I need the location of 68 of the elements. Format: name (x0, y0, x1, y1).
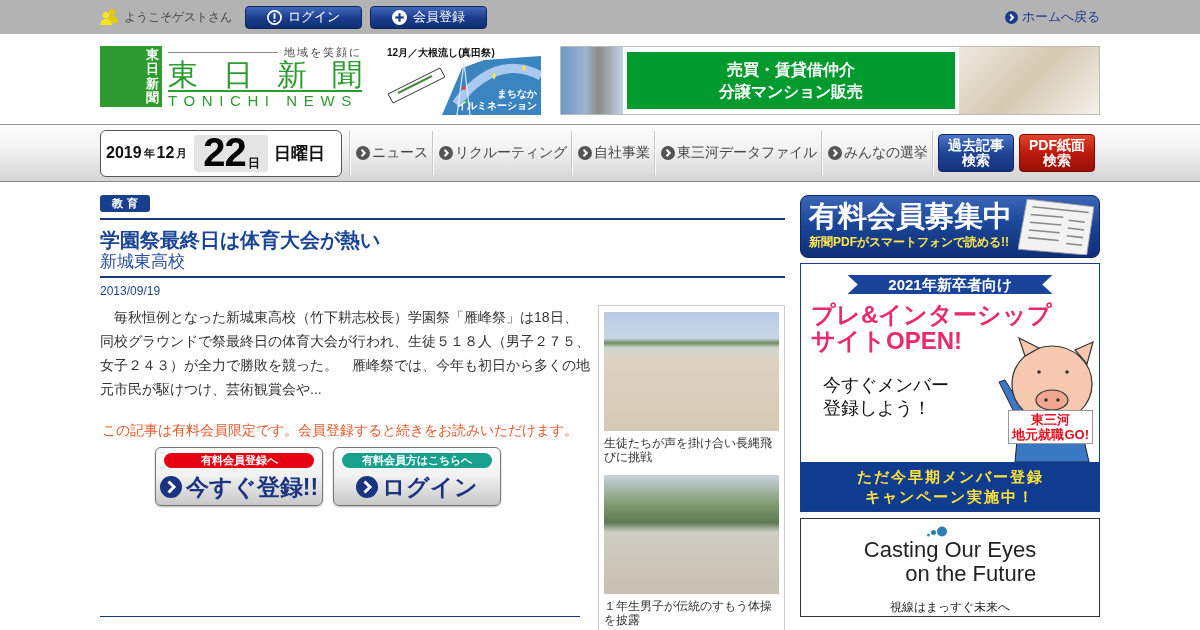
photo-caption: １年生男子が伝統のすもう体操を披露 (604, 599, 773, 627)
event-caption: イルミネーション (457, 100, 537, 112)
chevron-icon (439, 146, 453, 160)
logo-vertical-text: 東日新聞 (146, 47, 159, 106)
tagline-text: 地域を笑顔に (284, 46, 362, 58)
chevron-icon (828, 146, 842, 160)
logo-english-name[interactable]: TONICHI NEWS (168, 90, 362, 108)
ribbon-heading: 2021年新卒者向け (847, 275, 1053, 294)
login-button[interactable]: 有料会員方はこちらへ ログイン (333, 447, 501, 506)
guest-icon (100, 9, 118, 25)
home-link[interactable]: ホームへ戻る (1005, 8, 1100, 26)
event-title: 12月／大根流し (387, 47, 459, 58)
paywall-notice: この記事は有料会員限定です。会員登録すると続きをお読みいただけます。 (101, 422, 579, 440)
weekday-text: 日曜日 (274, 142, 326, 165)
nav-link[interactable]: 自社事業 (572, 131, 654, 175)
archive-search-button[interactable]: 過去記事検索 (938, 134, 1014, 172)
article-title: 学園祭最終日は体育大会が熱い (100, 228, 381, 252)
recruit-banner[interactable]: 2021年新卒者向け プレ&インターシップ サイトOPEN! 今すぐメンバー登録しよう！ 東三河 地元就職GO! ただ今早期メンバー登録キャンペーン実施中！ (800, 263, 1100, 512)
ad-banner[interactable]: 売買・賃貸借仲介 分譲マンション販売 (560, 46, 1100, 115)
chevron-icon (1005, 10, 1018, 24)
membership-banner[interactable]: 有料会員募集中 新聞PDFがスマートフォンで読める!! (800, 195, 1100, 258)
ad-text: 売買・賃貸借仲介 (727, 59, 855, 80)
recruit-message-text: 今すぐメンバー登録しよう！ (823, 374, 950, 420)
slogan-banner[interactable]: Casting Our Eyes on the Future 視線はまっすぐ未来へ (800, 518, 1100, 617)
nav-link[interactable]: みんなの選挙 (822, 131, 932, 175)
day-unit-text: 日 (247, 155, 260, 170)
article-date: 2013/09/19 (100, 284, 162, 299)
chevron-icon (661, 146, 675, 160)
month-text: 12 (156, 144, 175, 162)
article-body: 毎秋恒例となった新城東高校（竹下耕志校長）学園祭「雁峰祭」は18日、同校グラウンドで祭最終日の体育大会が行われ、生徒５１８人（男子２７５、女子２４３）が全力で勝敗を競った。 雁峰祭では、今年も初日から多くの地元市民が駆けつけ、芸術観賞会や... (100, 308, 590, 399)
recruit-headline: サイトOPEN! (811, 328, 962, 354)
event-title-note: (真田祭) (458, 47, 495, 58)
sign-text: 地元就職GO! (1012, 427, 1089, 442)
nav-link[interactable]: リクルーティング (433, 131, 571, 175)
membership-title: 有料会員募集中 (809, 199, 1012, 234)
plus-icon (392, 9, 407, 25)
year-text: 2019 (106, 144, 142, 162)
register-button[interactable]: 有料会員登録へ 今すぐ登録!! (155, 447, 323, 506)
event-banner[interactable]: 12月／大根流し(真田祭) まちなか イルミネーション (384, 46, 541, 115)
greeting-text: ようこそゲストさん (124, 8, 232, 26)
ad-text: 分譲マンション販売 (719, 81, 863, 102)
dots-icon (927, 526, 947, 538)
chevron-icon (578, 146, 592, 160)
nav-link[interactable]: ニュース (350, 131, 432, 175)
photo-caption: 生徒たちが声を掛け合い長縄飛びに挑戦 (604, 436, 773, 464)
category-tag[interactable]: 教 育 (100, 195, 150, 212)
exclamation-icon (267, 9, 282, 25)
nav-link[interactable]: 東三河データファイル (655, 131, 821, 175)
event-caption: まちなか (497, 88, 537, 100)
month-unit-text: 月 (176, 145, 188, 161)
login-button[interactable]: ログイン (245, 5, 362, 29)
pdf-search-button[interactable]: PDF紙面検索 (1019, 134, 1095, 172)
year-unit-text: 年 (143, 145, 155, 161)
chevron-icon (356, 146, 370, 160)
article-subtitle: 新城東高校 (100, 252, 186, 272)
photo-placeholder (561, 47, 623, 114)
logo-mark[interactable]: 東日新聞 (100, 46, 162, 107)
slogan-text: Casting Our Eyes on the Future (863, 538, 1037, 586)
recruit-headline: プレ&インターシップ (811, 302, 1053, 328)
chevron-icon (159, 476, 182, 498)
logo-name[interactable]: 東日新聞 (168, 59, 362, 90)
slogan-caption: 視線はまっすぐ未来へ (890, 600, 1010, 614)
sign-text: 東三河 (1031, 412, 1071, 427)
membership-subtitle: 新聞PDFがスマートフォンで読める!! (809, 234, 1010, 250)
campaign-footer: ただ今早期メンバー登録キャンペーン実施中！ (801, 462, 1099, 511)
day-number: 22 (203, 134, 246, 170)
register-button[interactable]: 会員登録 (370, 5, 487, 29)
chevron-icon (356, 476, 378, 498)
